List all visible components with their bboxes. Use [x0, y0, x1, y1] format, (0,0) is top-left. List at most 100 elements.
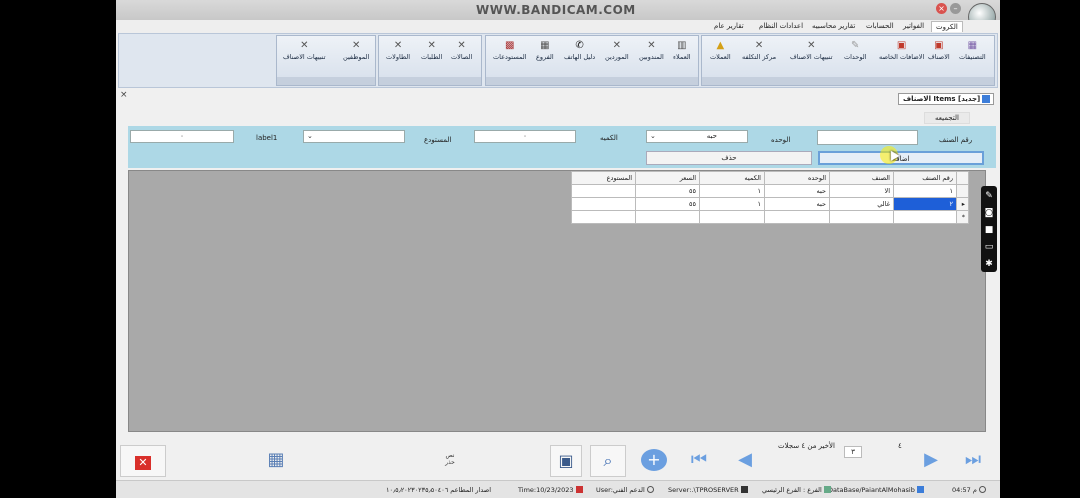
- close-icon: ✕: [135, 456, 151, 470]
- table-cell[interactable]: [571, 197, 636, 211]
- save-button[interactable]: ▣: [550, 445, 582, 477]
- ribbon-categories-button[interactable]: ▦ التصنيفات: [959, 40, 986, 62]
- camera-icon[interactable]: ◙: [981, 206, 997, 220]
- title-bar: WWW.BANDICAM.COM × –: [116, 0, 1000, 31]
- items-document-tab[interactable]: الاصناف Items [جديد]: [898, 93, 994, 105]
- column-header-item[interactable]: الصنف: [829, 171, 894, 185]
- table-cell[interactable]: [635, 210, 700, 224]
- table-cell[interactable]: حبه: [764, 184, 830, 198]
- ribbon-units-button[interactable]: ✎ الوحدات: [844, 41, 867, 62]
- table-row[interactable]: ٥٥ ١ حبه الا ١: [571, 184, 969, 198]
- category-icon: ▦: [967, 40, 978, 51]
- close-tab-icon[interactable]: ×: [120, 90, 128, 100]
- column-header-quantity[interactable]: الكميه: [699, 171, 765, 185]
- quantity-field[interactable]: ٠: [474, 130, 576, 143]
- menu-system-settings[interactable]: اعدادات النظام: [755, 21, 807, 31]
- current-record-field[interactable]: ٣: [844, 446, 862, 458]
- close-window-icon[interactable]: ×: [936, 3, 947, 14]
- ribbon-currencies-button[interactable]: ▲ العملات: [710, 41, 731, 62]
- table-row-new[interactable]: *: [571, 210, 969, 224]
- cost-center-icon: ✕: [754, 40, 764, 51]
- table-cell[interactable]: [571, 210, 636, 224]
- menu-invoices[interactable]: الفواتير: [899, 21, 928, 31]
- table-cell[interactable]: ٥٥: [635, 184, 700, 198]
- warehouse-select[interactable]: ⌄: [303, 130, 405, 143]
- ribbon-tables-button[interactable]: ✕ الطاولات: [386, 41, 410, 62]
- menu-general-reports[interactable]: تقارير عام: [710, 21, 748, 31]
- video-icon[interactable]: ■: [981, 223, 997, 237]
- column-header-item-no[interactable]: رقم الصنف: [893, 171, 957, 185]
- chevron-down-icon: ⌄: [650, 132, 656, 140]
- minimize-window-icon[interactable]: –: [950, 3, 961, 14]
- ribbon-suppliers-button[interactable]: ✕ الموردين: [605, 40, 629, 62]
- table-cell[interactable]: [764, 210, 830, 224]
- add-button[interactable]: اضافه: [818, 151, 984, 165]
- item-no-field[interactable]: [817, 130, 918, 145]
- table-row[interactable]: ٥٥ ١ حبه غالي ٢ ▸: [571, 197, 969, 211]
- selected-table-cell[interactable]: ٢: [893, 197, 957, 211]
- current-row-indicator[interactable]: ▸: [956, 197, 969, 211]
- table-cell[interactable]: ٥٥: [635, 197, 700, 211]
- gear-icon[interactable]: ✱: [981, 257, 997, 271]
- window-icon[interactable]: ▭: [981, 240, 997, 254]
- last-icon: ⏭: [964, 449, 982, 470]
- ribbon-items-button[interactable]: ▣ الاصناف: [928, 40, 950, 62]
- new-row-indicator[interactable]: *: [956, 210, 969, 224]
- extra-field[interactable]: ٠: [130, 130, 234, 143]
- ribbon-employees-button[interactable]: ✕ الموظفين: [343, 41, 369, 62]
- ribbon-branches-button[interactable]: ▦ الفروع: [536, 41, 554, 62]
- recorder-side-toolbar: ✎ ◙ ■ ▭ ✱: [981, 186, 997, 272]
- first-icon: ⏮: [690, 449, 708, 470]
- pencil-icon[interactable]: ✎: [981, 189, 997, 203]
- orders-icon: ✕: [427, 40, 436, 51]
- grouping-tab[interactable]: التجميعه: [924, 112, 970, 124]
- label1-label: label1: [256, 134, 278, 142]
- column-header-unit[interactable]: الوحده: [764, 171, 830, 185]
- ribbon-orders-button[interactable]: ✕ الطلبات: [421, 40, 442, 62]
- table-cell[interactable]: ١: [699, 184, 765, 198]
- row-selector[interactable]: [956, 184, 969, 198]
- ribbon-phonebook-button[interactable]: ✆ دليل الهاتف: [564, 41, 595, 62]
- add-record-button[interactable]: +: [636, 445, 672, 477]
- table-cell[interactable]: الا: [829, 184, 894, 198]
- left-letterbox: [0, 0, 116, 498]
- table-cell[interactable]: [699, 210, 765, 224]
- items-icon: ▣: [934, 40, 944, 51]
- ribbon-cost-center-button[interactable]: ✕ مركز التكلفه: [742, 40, 776, 62]
- ribbon-item-alerts-2-button[interactable]: ✕ تنبيهات الاصناف: [283, 41, 326, 62]
- column-header-warehouse[interactable]: المستودع: [571, 171, 636, 185]
- table-cell[interactable]: [893, 210, 957, 224]
- last-record-button[interactable]: ⏭: [956, 445, 990, 477]
- ribbon-item-alerts-button[interactable]: ✕ تنبيهات الاصناف: [790, 41, 833, 62]
- table-cell[interactable]: حبه: [764, 197, 830, 211]
- preview-button[interactable]: ⌕: [590, 445, 626, 477]
- row-selector-header: [956, 171, 969, 185]
- menu-bar: الكروت الفواتير الحسابات تقارير محاسبيه …: [116, 20, 1000, 33]
- suppliers-icon: ✕: [612, 40, 622, 51]
- previous-record-button[interactable]: ◀: [728, 445, 762, 477]
- menu-accounting-reports[interactable]: تقارير محاسبيه: [808, 21, 859, 31]
- table-cell[interactable]: ١: [893, 184, 957, 198]
- menu-accounts[interactable]: الحسابات: [862, 21, 898, 31]
- table-cell[interactable]: ١: [699, 197, 765, 211]
- ribbon-customers-button[interactable]: ▥ العملاء: [673, 41, 691, 62]
- table-cell[interactable]: غالي: [829, 197, 894, 211]
- menu-cards[interactable]: الكروت: [931, 21, 963, 32]
- ribbon-addons-button[interactable]: ▣ الاضافات الخاصه: [879, 41, 924, 62]
- column-header-price[interactable]: السعر: [635, 171, 700, 185]
- database-icon: [916, 486, 924, 493]
- next-record-button[interactable]: ▶: [914, 445, 948, 477]
- first-record-button[interactable]: ⏮: [682, 445, 716, 477]
- ribbon-halls-button[interactable]: ✕ الصالات: [451, 41, 472, 62]
- unit-select[interactable]: ⌄ حبه: [646, 130, 748, 143]
- ribbon-delegates-button[interactable]: ✕ المندوبين: [639, 41, 664, 62]
- bandicam-watermark: WWW.BANDICAM.COM: [476, 3, 636, 17]
- table-cell[interactable]: [829, 210, 894, 224]
- ribbon-group-restaurant: ✕ الصالات ✕ الطلبات ✕ الطاولات: [378, 35, 482, 86]
- status-user: User:الدعم الفني: [596, 486, 654, 494]
- ribbon-warehouses-button[interactable]: ▩ المستودعات: [493, 41, 527, 62]
- delete-button[interactable]: حذف: [646, 151, 812, 165]
- delete-grid-button[interactable]: ▦: [260, 445, 292, 477]
- table-cell[interactable]: [571, 184, 636, 198]
- close-form-button[interactable]: ✕: [120, 445, 166, 477]
